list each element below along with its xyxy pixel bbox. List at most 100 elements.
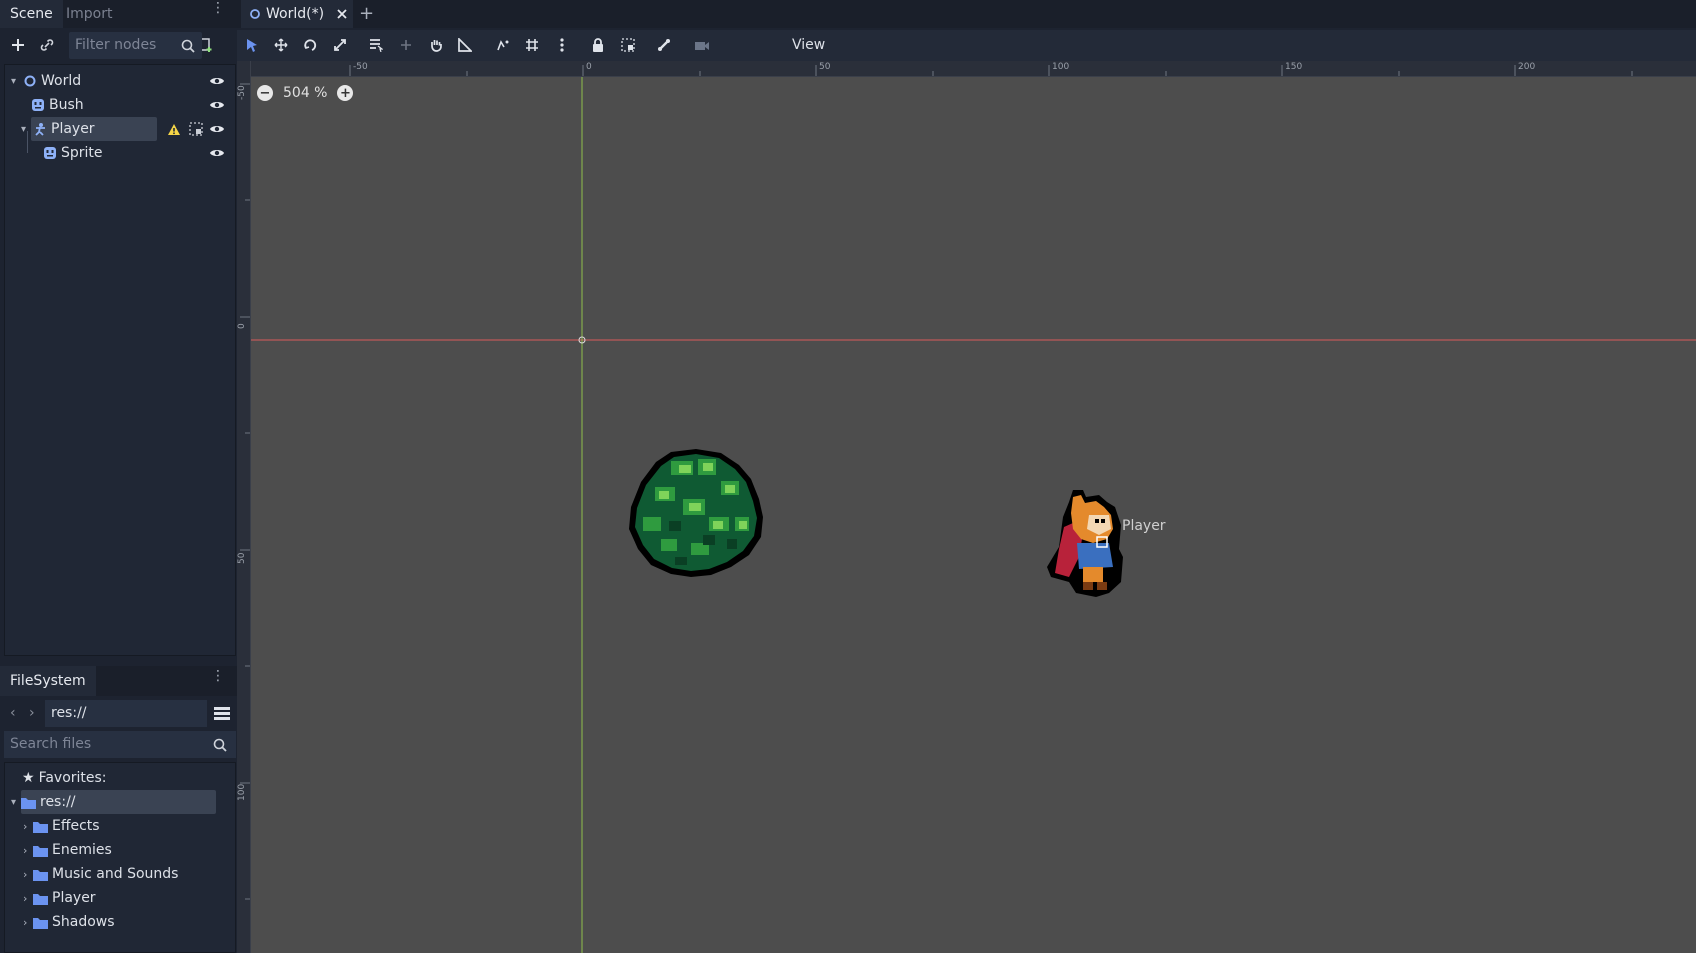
chevron-right-icon[interactable]: › bbox=[23, 844, 33, 857]
tab-import[interactable]: Import bbox=[56, 0, 122, 28]
zoom-out-icon[interactable]: − bbox=[257, 85, 273, 101]
player-sprite[interactable] bbox=[1047, 490, 1123, 597]
left-dock: Scene Import ⋮ Filter nodes ▾ World Bush… bbox=[0, 0, 237, 953]
search-files-input[interactable]: Search files bbox=[4, 731, 236, 758]
ruler-ticks bbox=[349, 65, 1633, 76]
tab-world[interactable]: World(*) bbox=[241, 0, 353, 28]
eye-icon[interactable] bbox=[209, 99, 225, 111]
eye-icon[interactable] bbox=[209, 75, 225, 87]
list-view-icon[interactable] bbox=[210, 701, 234, 725]
search-icon bbox=[208, 733, 232, 757]
list-select-icon[interactable] bbox=[365, 34, 387, 56]
bush-sprite[interactable] bbox=[629, 449, 763, 577]
scale-mode-icon[interactable] bbox=[329, 34, 351, 56]
pan-mode-icon[interactable] bbox=[425, 34, 447, 56]
ruler-label: 200 bbox=[1518, 62, 1536, 72]
node-label: World bbox=[41, 73, 82, 89]
folder-item-res[interactable]: ▾ res:// bbox=[5, 790, 235, 814]
folder-item-enemies[interactable]: › Enemies bbox=[5, 838, 235, 862]
lock-icon[interactable] bbox=[587, 34, 609, 56]
star-icon: ★ bbox=[22, 770, 35, 786]
search-icon bbox=[176, 34, 200, 58]
ruler-ticks bbox=[240, 83, 250, 900]
canvas-viewport[interactable]: − 504 % + Player bbox=[251, 77, 1696, 953]
snap-options-icon[interactable] bbox=[551, 34, 573, 56]
folder-icon bbox=[33, 821, 48, 833]
group-icon[interactable] bbox=[617, 34, 639, 56]
main-editor: World(*) + View -50 0 50 100 150 200 -50… bbox=[237, 0, 1696, 953]
back-icon[interactable]: ‹ bbox=[10, 705, 16, 721]
chevron-down-icon[interactable]: ▾ bbox=[21, 124, 31, 135]
dock-menu-icon[interactable]: ⋮ bbox=[211, 669, 225, 691]
bones-icon[interactable] bbox=[653, 34, 675, 56]
tab-scene[interactable]: Scene bbox=[0, 0, 63, 28]
tab-label: World(*) bbox=[266, 6, 325, 22]
node-label: Sprite bbox=[61, 145, 103, 161]
add-node-button[interactable] bbox=[6, 33, 30, 57]
forward-icon[interactable]: › bbox=[29, 705, 35, 721]
eye-icon[interactable] bbox=[209, 147, 225, 159]
ruler-mode-icon[interactable] bbox=[454, 34, 476, 56]
folder-label: res:// bbox=[40, 794, 76, 810]
scene-tabs: World(*) + bbox=[237, 0, 1696, 28]
tree-item-bush[interactable]: Bush bbox=[5, 93, 235, 117]
tree-item-world[interactable]: ▾ World bbox=[5, 69, 235, 93]
camera-override-icon[interactable] bbox=[691, 34, 713, 56]
chevron-right-icon[interactable]: › bbox=[23, 868, 33, 881]
warning-icon[interactable] bbox=[167, 123, 181, 136]
path-field[interactable]: res:// bbox=[45, 700, 207, 727]
horizontal-ruler: -50 0 50 100 150 200 bbox=[237, 61, 1696, 77]
folder-item-effects[interactable]: › Effects bbox=[5, 814, 235, 838]
ruler-label: 50 bbox=[237, 552, 247, 564]
tree-guide-line bbox=[27, 131, 28, 153]
folder-item-music[interactable]: › Music and Sounds bbox=[5, 862, 235, 886]
group-selectable-icon[interactable] bbox=[189, 122, 203, 136]
file-tree: ★ Favorites: ▾ res:// › Effects › Enemie… bbox=[4, 762, 236, 953]
tree-item-sprite[interactable]: Sprite bbox=[5, 131, 235, 165]
scene-tree: ▾ World Bush ▾ Player Sprite bbox=[4, 64, 236, 656]
folder-label: Enemies bbox=[52, 842, 112, 858]
smart-snap-icon[interactable] bbox=[492, 34, 514, 56]
view-menu[interactable]: View bbox=[792, 30, 825, 61]
select-mode-icon[interactable] bbox=[241, 34, 263, 56]
selected-node-highlight: Player bbox=[31, 117, 157, 141]
instance-scene-button[interactable] bbox=[35, 33, 59, 57]
eye-icon[interactable] bbox=[209, 123, 225, 135]
zoom-level[interactable]: 504 % bbox=[283, 85, 327, 101]
ruler-label: 50 bbox=[819, 62, 831, 72]
link-icon bbox=[40, 39, 54, 51]
favorites-item[interactable]: ★ Favorites: bbox=[5, 766, 235, 790]
ruler-label: -50 bbox=[353, 62, 368, 72]
zoom-in-icon[interactable]: + bbox=[337, 85, 354, 101]
godot-editor-window: Scene Import ⋮ Filter nodes ▾ World Bush… bbox=[0, 0, 1696, 953]
chevron-right-icon[interactable]: › bbox=[23, 892, 33, 905]
canvas-toolbar: View bbox=[237, 30, 1696, 61]
ruler-label: 100 bbox=[237, 783, 247, 801]
rotate-mode-icon[interactable] bbox=[299, 34, 321, 56]
node2d-icon bbox=[24, 75, 36, 87]
folder-label: Effects bbox=[52, 818, 100, 834]
folder-icon bbox=[21, 797, 36, 809]
move-mode-icon[interactable] bbox=[270, 34, 292, 56]
folder-item-player[interactable]: › Player bbox=[5, 886, 235, 910]
chevron-down-icon[interactable]: ▾ bbox=[11, 76, 21, 87]
folder-item-shadows[interactable]: › Shadows bbox=[5, 910, 235, 934]
tab-filesystem[interactable]: FileSystem bbox=[0, 666, 96, 696]
node2d-icon bbox=[250, 9, 260, 19]
dock-menu-icon[interactable]: ⋮ bbox=[211, 1, 225, 23]
scene-dock-tabs: Scene Import ⋮ bbox=[0, 0, 237, 28]
ruler-label: 0 bbox=[586, 62, 592, 72]
grid-snap-icon[interactable] bbox=[521, 34, 543, 56]
kinematic-body-icon bbox=[35, 123, 45, 136]
close-icon[interactable] bbox=[336, 8, 348, 20]
chevron-right-icon[interactable]: › bbox=[23, 820, 33, 833]
folder-label: Player bbox=[52, 890, 96, 906]
zoom-controls: − 504 % + bbox=[257, 85, 354, 101]
folder-icon bbox=[33, 893, 48, 905]
add-tab-icon[interactable]: + bbox=[359, 3, 374, 24]
chevron-down-icon[interactable]: ▾ bbox=[11, 797, 21, 808]
chevron-right-icon[interactable]: › bbox=[23, 916, 33, 929]
pivot-mode-icon[interactable] bbox=[395, 34, 417, 56]
sprite-icon bbox=[44, 147, 56, 159]
tree-item-player[interactable]: ▾ Player bbox=[5, 117, 235, 141]
